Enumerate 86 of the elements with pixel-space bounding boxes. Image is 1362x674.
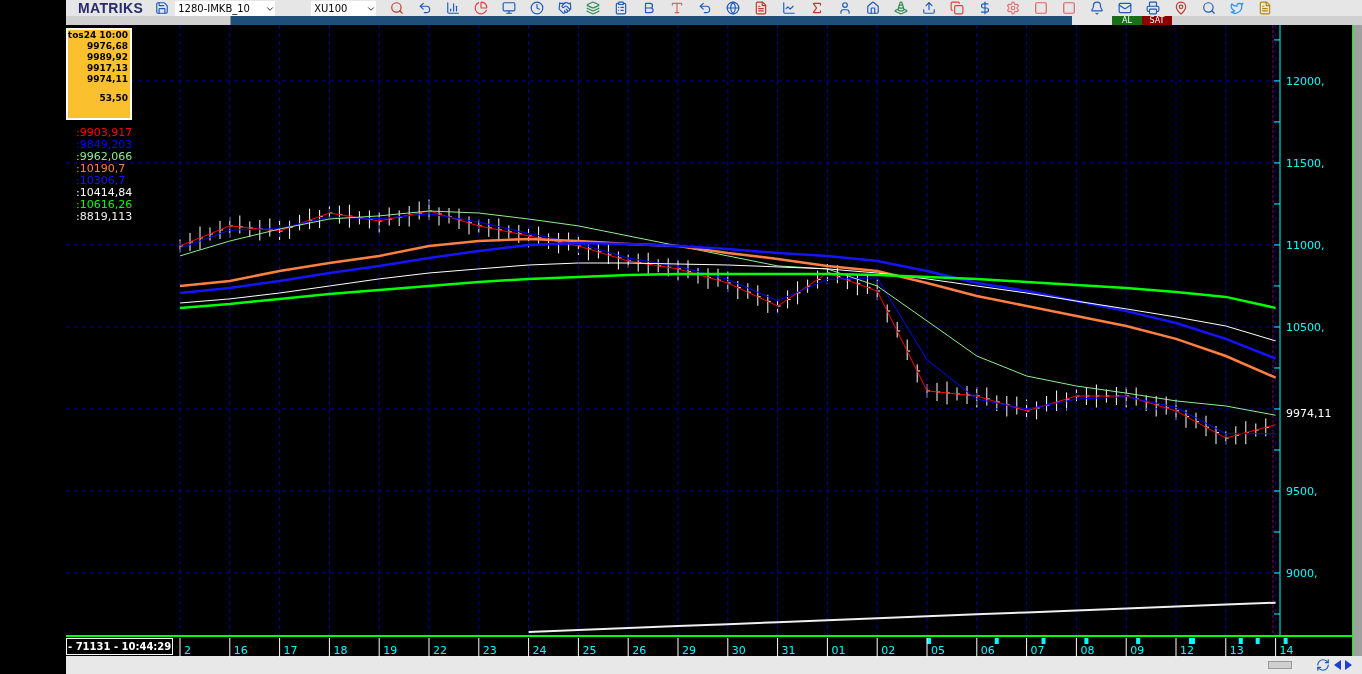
bar-chart-icon[interactable] — [446, 1, 461, 15]
bird-icon[interactable] — [1230, 1, 1245, 15]
clipboard-icon[interactable] — [614, 1, 629, 15]
x-tick-label: 06 — [980, 644, 995, 657]
line-chart-icon[interactable] — [782, 1, 797, 15]
monitor-icon[interactable] — [502, 1, 517, 15]
globe-icon[interactable] — [726, 1, 741, 15]
y-tick-label: 11500, — [1286, 156, 1325, 170]
scroll-bar[interactable] — [1268, 661, 1292, 669]
refresh-icon[interactable] — [1316, 658, 1330, 672]
x-tick-label: 22 — [433, 644, 447, 657]
info-value: 53,50 — [99, 93, 128, 104]
info-value: 9917,13 — [87, 63, 128, 74]
x-tick-label: 02 — [881, 644, 896, 657]
info-value: 9989,92 — [87, 52, 128, 63]
search-icon[interactable] — [1202, 1, 1217, 15]
x-tick-label: 01 — [831, 644, 846, 657]
home-icon[interactable] — [866, 1, 881, 15]
bell-icon[interactable] — [1090, 1, 1105, 15]
settings-icon[interactable] — [1006, 1, 1021, 15]
x-tick-label: 05 — [931, 644, 945, 657]
x-tick-label: 19 — [383, 644, 398, 657]
x-tick-label: 17 — [283, 644, 298, 657]
bold-icon[interactable] — [642, 1, 657, 15]
x-tick-label: 25 — [582, 644, 597, 657]
y-tick-label: 11000, — [1286, 238, 1325, 252]
traffic-light-icon[interactable] — [894, 1, 909, 15]
x-tick-label: 14 — [1279, 644, 1294, 657]
symbol-list-dropdown[interactable]: 1280-IMKB_10 — [175, 1, 276, 16]
legend-value: :9849,203 — [76, 139, 133, 151]
y-tick-label: 9500, — [1286, 485, 1318, 498]
info-value: 9976,68 — [87, 41, 128, 52]
x-tick-label: 09 — [1130, 644, 1145, 657]
info-value: 9974,11 — [87, 74, 128, 85]
info-value: tos24 10:00 — [67, 30, 128, 41]
document-icon[interactable] — [754, 1, 769, 15]
x-tick-label: 23 — [482, 644, 497, 657]
upload-icon[interactable] — [922, 1, 937, 15]
buy-button[interactable]: AL — [1112, 16, 1142, 25]
layers-icon[interactable] — [586, 1, 601, 15]
pie-chart-icon[interactable] — [474, 1, 489, 15]
legend-value: :10414,84 — [76, 187, 133, 199]
legend-value: :9903,917 — [76, 127, 133, 139]
legend-value: :10306,7 — [76, 175, 127, 187]
legend-value: :8819,113 — [76, 211, 133, 223]
x-tick-label: 13 — [1229, 644, 1244, 657]
search-icon[interactable] — [390, 1, 405, 15]
scroll-left-icon[interactable] — [1334, 660, 1341, 670]
timestamp-label: - 71131 - 10:44:29 — [66, 638, 174, 655]
y-tick-label: 12000, — [1286, 74, 1325, 88]
legend-value: :10190,7 — [76, 163, 127, 175]
legend-value: :9962,066 — [76, 151, 133, 163]
app-logo: MATRIKS — [78, 0, 144, 16]
x-tick-label: 26 — [632, 644, 647, 657]
x-tick-label: 29 — [682, 644, 696, 657]
sell-button[interactable]: SAT — [1142, 16, 1172, 25]
printer-icon[interactable] — [1146, 1, 1161, 15]
scrollbar-track[interactable] — [1352, 25, 1362, 656]
handshake-icon[interactable] — [558, 1, 573, 15]
undo-icon[interactable] — [698, 1, 713, 15]
x-tick-label: 2 — [184, 644, 191, 657]
user-icon[interactable] — [838, 1, 853, 15]
x-tick-label: 07 — [1030, 644, 1045, 657]
x-tick-label: 31 — [781, 644, 796, 657]
save-icon[interactable] — [155, 1, 170, 15]
x-tick-label: 24 — [532, 644, 547, 657]
x-tick-label: 16 — [233, 644, 248, 657]
window-icon[interactable] — [1062, 1, 1077, 15]
x-tick-label: 18 — [333, 644, 348, 657]
window-icon[interactable] — [1034, 1, 1049, 15]
x-tick-label: 08 — [1080, 644, 1095, 657]
x-tick-label: 12 — [1180, 644, 1194, 657]
notebook-icon[interactable] — [1258, 1, 1273, 15]
scroll-right-icon[interactable] — [1345, 660, 1352, 670]
y-tick-label: 9000, — [1286, 567, 1318, 580]
symbol-dropdown[interactable]: XU100 — [311, 1, 377, 16]
legend-value: :10616,26 — [76, 199, 133, 211]
mail-icon[interactable] — [1118, 1, 1133, 15]
undo-icon[interactable] — [418, 1, 433, 15]
text-icon[interactable] — [670, 1, 685, 15]
clock-icon[interactable] — [530, 1, 545, 15]
x-tick-label: 30 — [731, 644, 746, 657]
pin-icon[interactable] — [1174, 1, 1189, 15]
last-price-label: 9974,11 — [1286, 407, 1332, 421]
copy-icon[interactable] — [950, 1, 965, 15]
y-tick-label: 10500, — [1286, 320, 1325, 334]
